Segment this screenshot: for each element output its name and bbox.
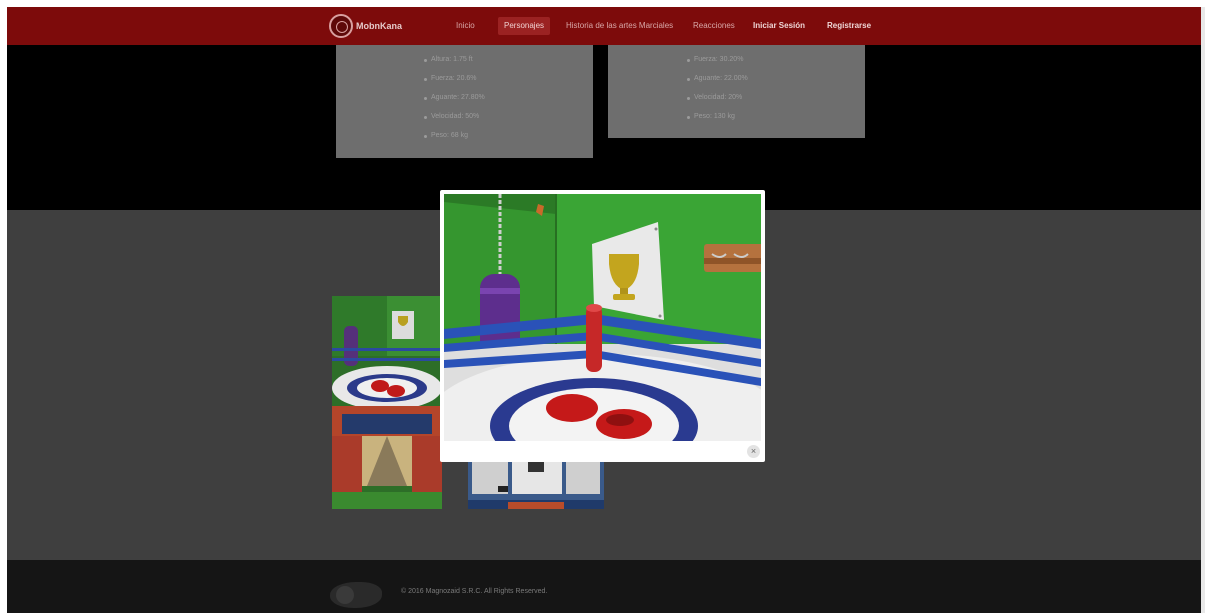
stat-item: Aguante: 27.80% [424, 94, 485, 101]
site-logo[interactable]: MobnKana [329, 14, 402, 38]
nav-item-inicio[interactable]: Inicio [450, 17, 481, 35]
scene-thumbnail-gym[interactable] [332, 296, 442, 509]
stat-item: Velocidad: 50% [423, 113, 480, 120]
footer: © 2016 Magnozaid S.R.C. All Rights Reser… [7, 560, 1201, 613]
stat-item: Fuerza: 20.6% [424, 75, 477, 82]
image-lightbox: × [440, 190, 765, 462]
stat-item: Fuerza: 30.20% [686, 56, 744, 63]
stat-card-right: Fuerza: 30.20% Aguante: 22.00% Velocidad… [608, 45, 865, 138]
footer-logo-icon [330, 582, 382, 608]
logo-icon [329, 14, 353, 38]
stat-item: Aguante: 22.00% [687, 75, 748, 82]
footer-copyright: © 2016 Magnozaid S.R.C. All Rights Reser… [401, 588, 548, 595]
lightbox-image [444, 194, 761, 441]
nav-item-historia[interactable]: Historia de las artes Marciales [560, 17, 679, 35]
stat-item: Peso: 130 kg [687, 113, 735, 120]
nav-item-reacciones[interactable]: Reacciones [687, 17, 741, 35]
logo-text: MobnKana [356, 21, 402, 31]
stat-card-left: Altura: 1.75 ft Fuerza: 20.6% Aguante: 2… [336, 45, 593, 158]
boxing-ring-scene [444, 194, 761, 441]
nav-item-registrarse[interactable]: Registrarse [821, 17, 877, 35]
close-button[interactable]: × [747, 445, 760, 458]
stat-item: Altura: 1.75 ft [424, 56, 473, 63]
nav-item-iniciar-sesion[interactable]: Iniciar Sesión [747, 17, 811, 35]
nav-item-personajes[interactable]: Personajes [498, 17, 551, 35]
stat-item: Peso: 68 kg [424, 132, 468, 139]
stat-item: Velocidad: 20% [686, 94, 743, 101]
scrollbar[interactable] [1201, 7, 1205, 613]
scene-thumbnail-image [332, 296, 442, 509]
navbar: MobnKana Inicio Personajes Historia de l… [7, 7, 1201, 45]
characters-section: Altura: 1.75 ft Fuerza: 20.6% Aguante: 2… [7, 45, 1201, 210]
